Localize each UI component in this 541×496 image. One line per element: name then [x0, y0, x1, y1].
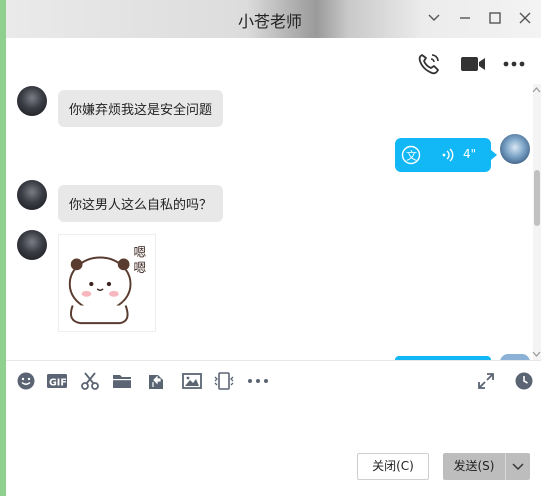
- file-transfer-button[interactable]: [146, 371, 166, 391]
- send-options-button[interactable]: [505, 453, 530, 480]
- history-button[interactable]: [514, 371, 534, 391]
- title-bar[interactable]: 小苍老师: [6, 0, 541, 38]
- message-list[interactable]: 你嫌弃烦我这是安全问题 文 4" 你这男人这么自私的吗？ 嗯 嗯: [6, 84, 533, 360]
- folder-icon: [113, 375, 131, 388]
- input-toolbar: GIF: [6, 361, 541, 399]
- gif-label: GIF: [49, 378, 67, 389]
- close-icon: [519, 12, 531, 24]
- minimize-button[interactable]: [457, 10, 473, 26]
- minimize-icon: [460, 17, 470, 19]
- voice-message-bubble[interactable]: 文 4": [395, 138, 497, 172]
- sticker-text-1: 嗯: [133, 246, 146, 261]
- message-input[interactable]: [6, 399, 541, 445]
- translate-icon[interactable]: 文: [401, 145, 421, 165]
- svg-text:文: 文: [406, 149, 417, 163]
- input-more-button[interactable]: [246, 371, 270, 391]
- contact-avatar[interactable]: [17, 230, 47, 260]
- maximize-button[interactable]: [487, 10, 503, 26]
- clock-icon: [515, 372, 533, 390]
- contact-avatar[interactable]: [17, 86, 47, 116]
- scroll-up-arrow-icon[interactable]: [532, 86, 541, 94]
- message-bubble-incoming[interactable]: 你嫌弃烦我这是安全问题: [58, 90, 224, 127]
- dropdown-button[interactable]: [426, 10, 442, 26]
- screen-capture-button[interactable]: [214, 371, 234, 391]
- image-button[interactable]: [182, 371, 202, 391]
- voice-wave-icon: [442, 148, 454, 162]
- contact-avatar[interactable]: [17, 180, 47, 210]
- video-call-button[interactable]: [459, 52, 487, 76]
- bubble-tail: [491, 150, 497, 160]
- my-avatar[interactable]: [500, 134, 530, 164]
- emoji-icon: [17, 372, 35, 390]
- sticker-message[interactable]: 嗯 嗯: [58, 234, 156, 332]
- chevron-down-icon: [428, 14, 440, 21]
- voice-call-button[interactable]: [416, 52, 442, 76]
- emoji-button[interactable]: [16, 371, 36, 391]
- close-window-button[interactable]: [517, 10, 533, 26]
- maximize-icon: [489, 12, 501, 24]
- chat-window: 小苍老师 你嫌弃烦我这是安全问题 文 4" 你这男人这么自私的吗？ 嗯 嗯 GI…: [0, 0, 541, 496]
- chevron-down-icon: [512, 463, 524, 470]
- gif-button[interactable]: GIF: [46, 371, 68, 391]
- scroll-down-arrow-icon[interactable]: [532, 350, 541, 358]
- close-button[interactable]: 关闭(C): [357, 453, 429, 480]
- more-icon: [503, 61, 525, 67]
- send-button[interactable]: 发送(S): [443, 453, 505, 480]
- bear-sticker-image: 嗯 嗯: [68, 246, 146, 325]
- folder-button[interactable]: [112, 371, 132, 391]
- gif-icon: GIF: [47, 374, 67, 389]
- scissors-icon: [81, 372, 99, 390]
- more-options-button[interactable]: [502, 52, 526, 76]
- screen-capture-icon: [214, 372, 234, 390]
- file-transfer-icon: [149, 375, 163, 389]
- message-bubble-incoming[interactable]: 你这男人这么自私的吗？: [58, 185, 224, 222]
- voice-call-icon: [418, 54, 439, 75]
- scrollbar-thumb[interactable]: [534, 170, 540, 226]
- sticker-text-2: 嗯: [133, 261, 146, 276]
- chat-header-toolbar: [6, 38, 541, 88]
- window-title: 小苍老师: [238, 12, 303, 31]
- video-call-icon: [461, 57, 485, 71]
- expand-icon: [478, 373, 494, 389]
- voice-duration: 4": [463, 147, 477, 161]
- image-icon: [182, 373, 202, 389]
- expand-input-button[interactable]: [476, 371, 496, 391]
- screenshot-button[interactable]: [80, 371, 100, 391]
- more-icon: [248, 379, 268, 383]
